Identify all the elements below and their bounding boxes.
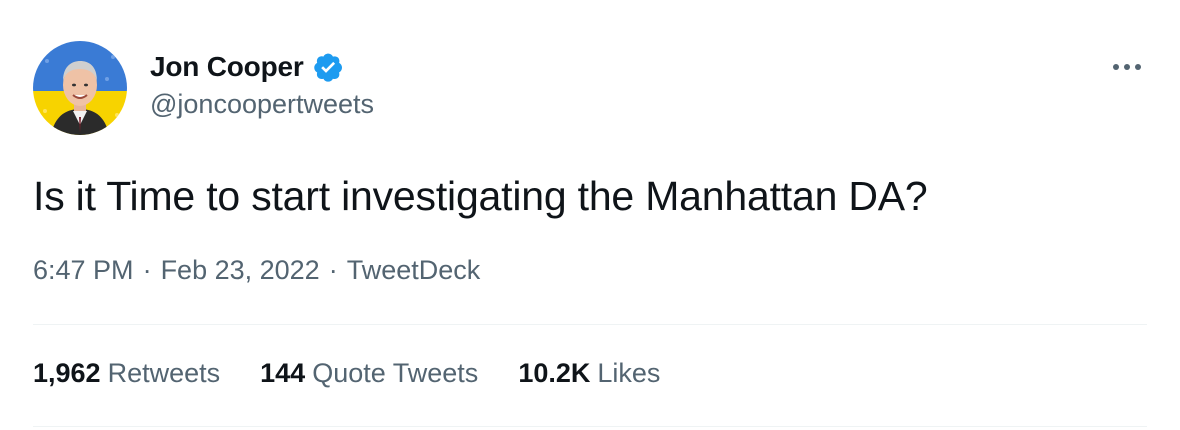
divider <box>33 324 1147 325</box>
author-handle[interactable]: @joncoopertweets <box>150 89 374 120</box>
meta-separator: · <box>142 255 152 285</box>
retweets-label: Retweets <box>107 358 221 388</box>
avatar-photo-icon <box>33 41 127 135</box>
verified-badge-icon <box>312 51 344 83</box>
quote-tweets-count: 144 <box>260 358 306 388</box>
more-options-button[interactable] <box>1109 52 1145 82</box>
tweet-meta: 6:47 PM · Feb 23, 2022 · TweetDeck <box>33 255 480 286</box>
tweet-card: Jon Cooper @joncoopertweets Is it Time t… <box>0 0 1180 430</box>
author-avatar[interactable] <box>33 41 127 135</box>
tweet-time[interactable]: 6:47 PM <box>33 255 134 286</box>
retweets-stat[interactable]: 1,962 Retweets <box>33 358 220 389</box>
likes-stat[interactable]: 10.2K Likes <box>518 358 660 389</box>
divider <box>33 426 1147 427</box>
more-dots-icon <box>1113 64 1141 70</box>
likes-count: 10.2K <box>518 358 591 388</box>
retweets-count: 1,962 <box>33 358 101 388</box>
tweet-stats: 1,962 Retweets 144 Quote Tweets 10.2K Li… <box>33 358 700 389</box>
meta-separator: · <box>328 255 338 285</box>
quote-tweets-label: Quote Tweets <box>312 358 479 388</box>
tweet-text: Is it Time to start investigating the Ma… <box>33 173 928 219</box>
tweet-date[interactable]: Feb 23, 2022 <box>161 255 320 286</box>
author-display-name[interactable]: Jon Cooper <box>150 51 304 83</box>
quote-tweets-stat[interactable]: 144 Quote Tweets <box>260 358 478 389</box>
author-name-row[interactable]: Jon Cooper <box>150 49 344 85</box>
likes-label: Likes <box>597 358 661 388</box>
tweet-source[interactable]: TweetDeck <box>347 255 481 286</box>
